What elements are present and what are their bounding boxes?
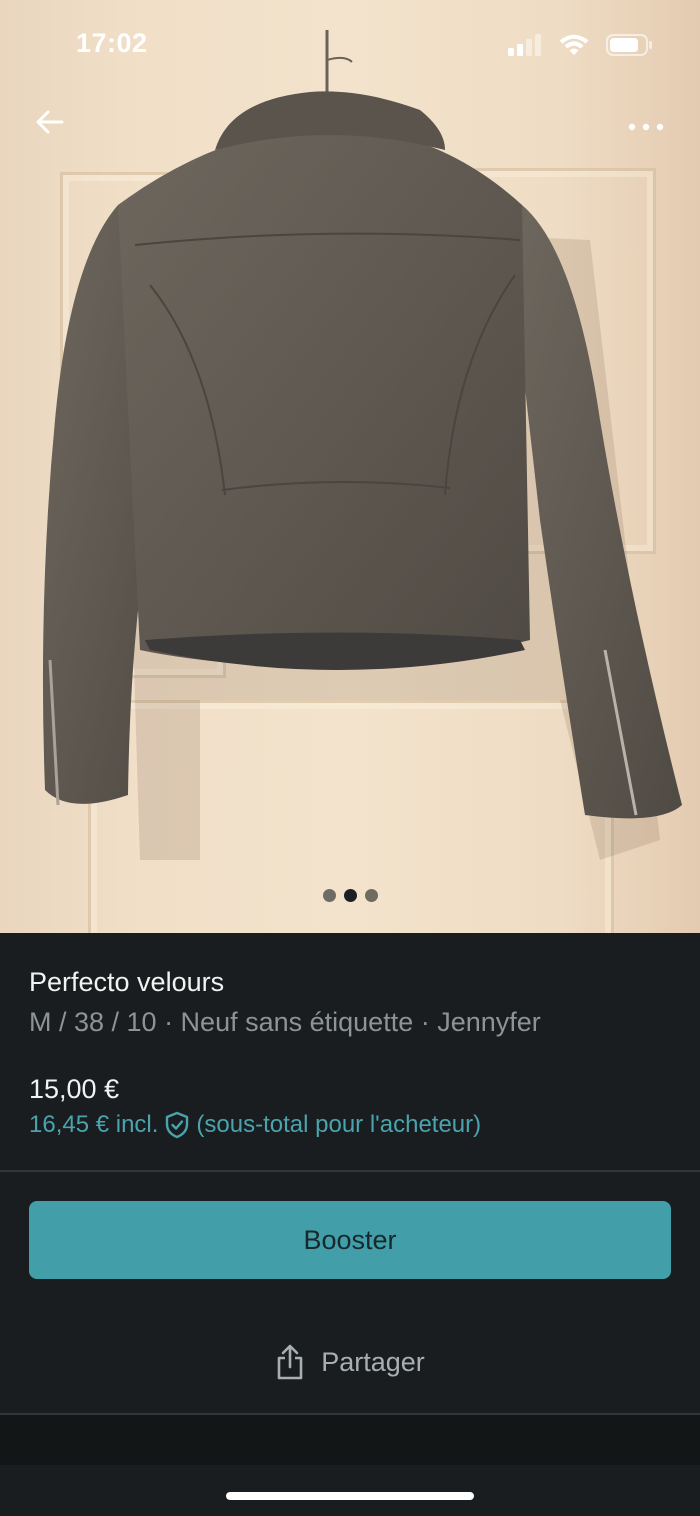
top-navigation [0, 100, 700, 144]
product-photo[interactable]: 17:02 [0, 0, 700, 933]
actions-panel: Booster Partager [0, 1172, 700, 1415]
share-label: Partager [321, 1346, 425, 1377]
status-bar: 17:02 [0, 0, 700, 90]
pagination-dot[interactable] [364, 889, 378, 902]
share-button[interactable]: Partager [0, 1332, 700, 1392]
more-options-icon[interactable] [624, 104, 672, 140]
buyer-protection-price[interactable]: 16,45 € incl. (sous-total pour l'acheteu… [29, 1111, 481, 1139]
shield-check-icon [166, 1111, 189, 1139]
pagination-dot[interactable] [322, 889, 336, 902]
listing-info: Perfecto velours M / 38 / 10 · Neuf sans… [0, 933, 700, 1171]
wifi-icon [559, 34, 589, 55]
home-indicator[interactable] [226, 1492, 474, 1500]
home-bar-area [0, 1465, 700, 1516]
price-incl: 16,45 € incl. [29, 1111, 159, 1138]
gallery-pagination [0, 889, 700, 902]
price-incl-note: (sous-total pour l'acheteur) [196, 1111, 482, 1138]
battery-icon [606, 34, 652, 56]
back-arrow-icon[interactable] [32, 104, 68, 140]
signal-icon [508, 34, 541, 56]
listing-price: 15,00 € [29, 1074, 120, 1104]
booster-button[interactable]: Booster [29, 1201, 671, 1279]
pagination-dot-active[interactable] [343, 889, 357, 902]
listing-details: M / 38 / 10 · Neuf sans étiquette · Jenn… [29, 1007, 541, 1037]
status-time: 17:02 [76, 28, 148, 58]
listing-title: Perfecto velours [29, 967, 225, 997]
share-icon [277, 1344, 303, 1380]
